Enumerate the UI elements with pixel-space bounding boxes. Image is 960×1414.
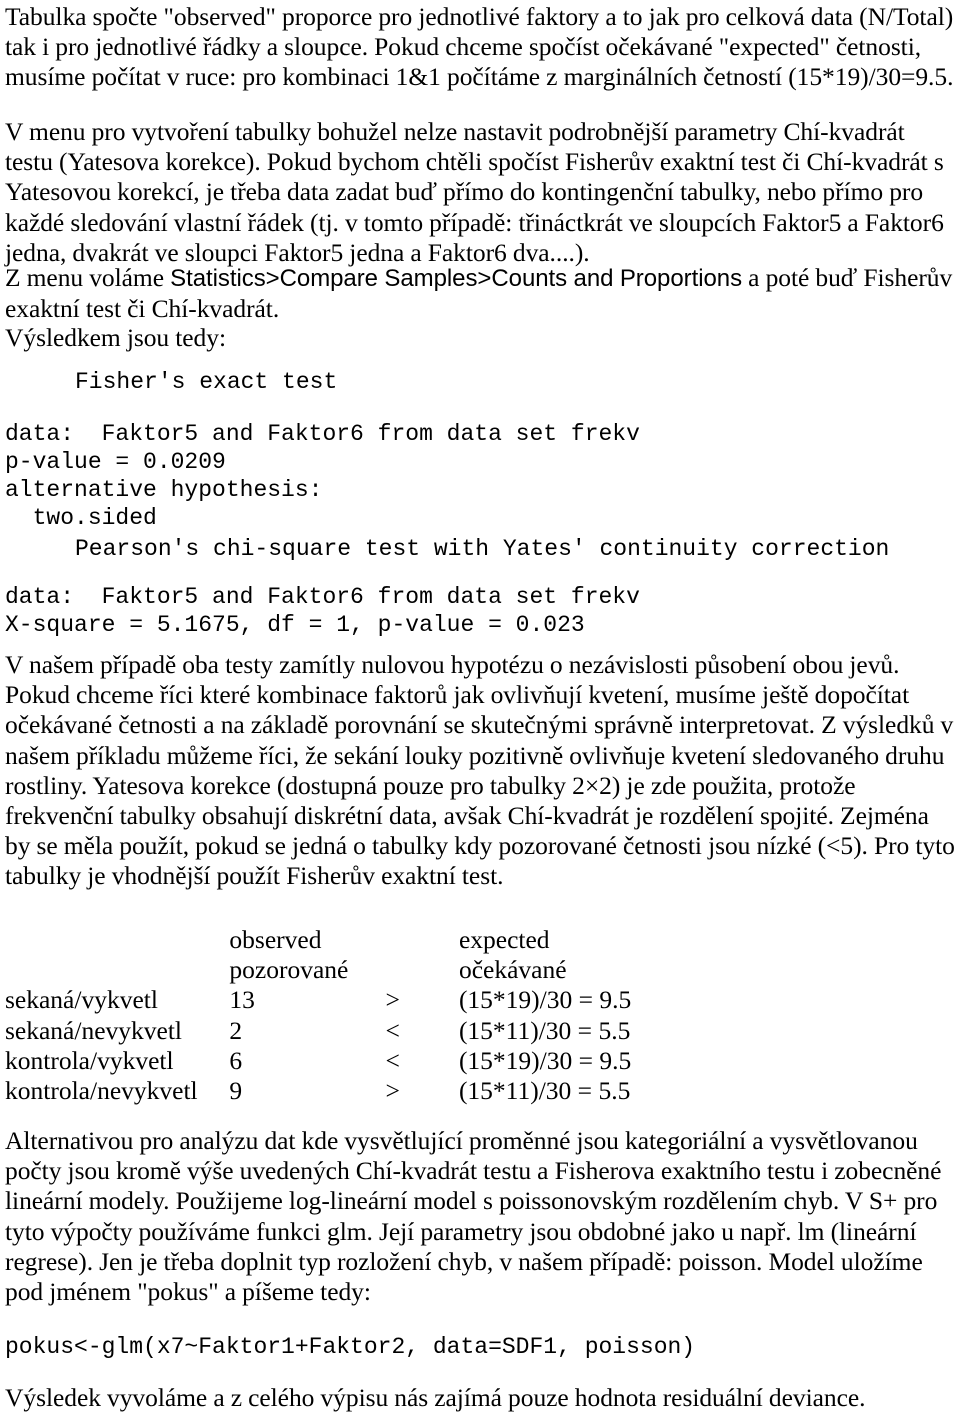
chisq-output-title: Pearson's chi-square test with Yates' co… bbox=[75, 536, 890, 562]
table-cell-label: kontrola/vykvetl bbox=[5, 1045, 174, 1075]
table-cell-expected: (15*19)/30 = 9.5 bbox=[458, 985, 632, 1015]
table-header-expected-en: expected bbox=[458, 925, 550, 954]
paragraph-glm-intro-block: Alternativou pro analýzu dat kde vysvětl… bbox=[5, 1126, 955, 1307]
table-cell-label: sekaná/vykvetl bbox=[5, 985, 158, 1015]
menu-path-prefix: Z menu voláme bbox=[5, 263, 171, 292]
document-page: Tabulka spočte "observed" proporce pro j… bbox=[0, 0, 960, 1414]
table-cell-observed: 13 bbox=[229, 985, 255, 1015]
chisq-output-block: Pearson's chi-square test with Yates' co… bbox=[5, 535, 955, 563]
table-cell-label: kontrola/nevykvetl bbox=[5, 1076, 198, 1106]
table-header-observed-cs: pozorované bbox=[229, 955, 349, 985]
table-header-expected-cs: očekávané bbox=[458, 955, 567, 985]
fisher-output-block: Fisher's exact test bbox=[5, 368, 955, 396]
table-cell-operator: < bbox=[385, 1045, 400, 1075]
table-row: sekaná/vykvetl 13 > (15*19)/30 = 9.5 bbox=[5, 985, 765, 1015]
paragraph-closing-block: Výsledek vyvoláme a z celého výpisu nás … bbox=[5, 1383, 955, 1413]
paragraph-menu-path: Z menu voláme Statistics>Compare Samples… bbox=[5, 263, 955, 324]
table-cell-observed: 9 bbox=[229, 1076, 243, 1106]
paragraph-result-intro: Výsledkem jsou tedy: bbox=[5, 323, 226, 352]
chisq-output-line-0: data: Faktor5 and Faktor6 from data set … bbox=[5, 584, 640, 610]
table-cell-label: sekaná/nevykvetl bbox=[5, 1015, 183, 1045]
chisq-output-lines: data: Faktor5 and Faktor6 from data set … bbox=[5, 583, 955, 639]
table-cell-expected: (15*11)/30 = 5.5 bbox=[458, 1076, 631, 1106]
table-row: kontrola/vykvetl 6 < (15*19)/30 = 9.5 bbox=[5, 1046, 765, 1076]
fisher-output-line-3: two.sided bbox=[5, 505, 157, 531]
fisher-output-lines: data: Faktor5 and Faktor6 from data set … bbox=[5, 420, 955, 532]
glm-code-line: pokus<-glm(x7~Faktor1+Faktor2, data=SDF1… bbox=[5, 1334, 696, 1360]
table-header-operator-cs bbox=[386, 955, 459, 985]
table-cell-observed: 6 bbox=[229, 1045, 243, 1075]
table-header-row-en: observed expected bbox=[5, 925, 765, 955]
table-cell-expected: (15*11)/30 = 5.5 bbox=[458, 1015, 631, 1045]
table-cell-operator: > bbox=[385, 1076, 400, 1106]
fisher-output-line-2: alternative hypothesis: bbox=[5, 477, 323, 503]
table-header-label bbox=[5, 925, 229, 955]
paragraph-intro-block: Tabulka spočte "observed" proporce pro j… bbox=[5, 2, 955, 93]
table-cell-operator: > bbox=[385, 985, 400, 1015]
paragraph-menu-limits: V menu pro vytvoření tabulky bohužel nel… bbox=[5, 117, 944, 267]
observed-expected-table: observed expected pozorované očekávané s… bbox=[5, 925, 765, 1106]
paragraph-interpretation: V našem případě oba testy zamítly nulovo… bbox=[5, 650, 955, 891]
menu-path-value: Statistics>Compare Samples>Counts and Pr… bbox=[170, 265, 743, 292]
paragraph-menu-path-block: Z menu voláme Statistics>Compare Samples… bbox=[5, 263, 955, 324]
glm-code-block: pokus<-glm(x7~Faktor1+Faktor2, data=SDF1… bbox=[5, 1333, 955, 1361]
table-row: sekaná/nevykvetl 2 < (15*11)/30 = 5.5 bbox=[5, 1016, 765, 1046]
table-header-row-cs: pozorované očekávané bbox=[5, 955, 765, 985]
paragraph-intro: Tabulka spočte "observed" proporce pro j… bbox=[5, 2, 954, 92]
chisq-output-line-1: X-square = 5.1675, df = 1, p-value = 0.0… bbox=[5, 612, 585, 638]
paragraph-closing: Výsledek vyvoláme a z celého výpisu nás … bbox=[5, 1383, 866, 1412]
fisher-output-line-0: data: Faktor5 and Faktor6 from data set … bbox=[5, 421, 640, 447]
table-header-operator-en bbox=[386, 925, 459, 955]
table-row: kontrola/nevykvetl 9 > (15*11)/30 = 5.5 bbox=[5, 1076, 765, 1106]
table-header-observed-en: observed bbox=[229, 925, 322, 954]
fisher-output-line-1: p-value = 0.0209 bbox=[5, 449, 226, 475]
paragraph-result-intro-block: Výsledkem jsou tedy: bbox=[5, 323, 955, 353]
table-cell-expected: (15*19)/30 = 9.5 bbox=[458, 1045, 632, 1075]
table-header-label-cs bbox=[5, 955, 229, 985]
paragraph-glm-intro: Alternativou pro analýzu dat kde vysvětl… bbox=[5, 1126, 942, 1307]
table-cell-observed: 2 bbox=[229, 1015, 243, 1045]
paragraph-interpretation-block: V našem případě oba testy zamítly nulovo… bbox=[5, 650, 955, 892]
fisher-output-title: Fisher's exact test bbox=[75, 369, 338, 395]
table-cell-operator: < bbox=[385, 1015, 400, 1045]
paragraph-menu-limits-block: V menu pro vytvoření tabulky bohužel nel… bbox=[5, 117, 955, 268]
